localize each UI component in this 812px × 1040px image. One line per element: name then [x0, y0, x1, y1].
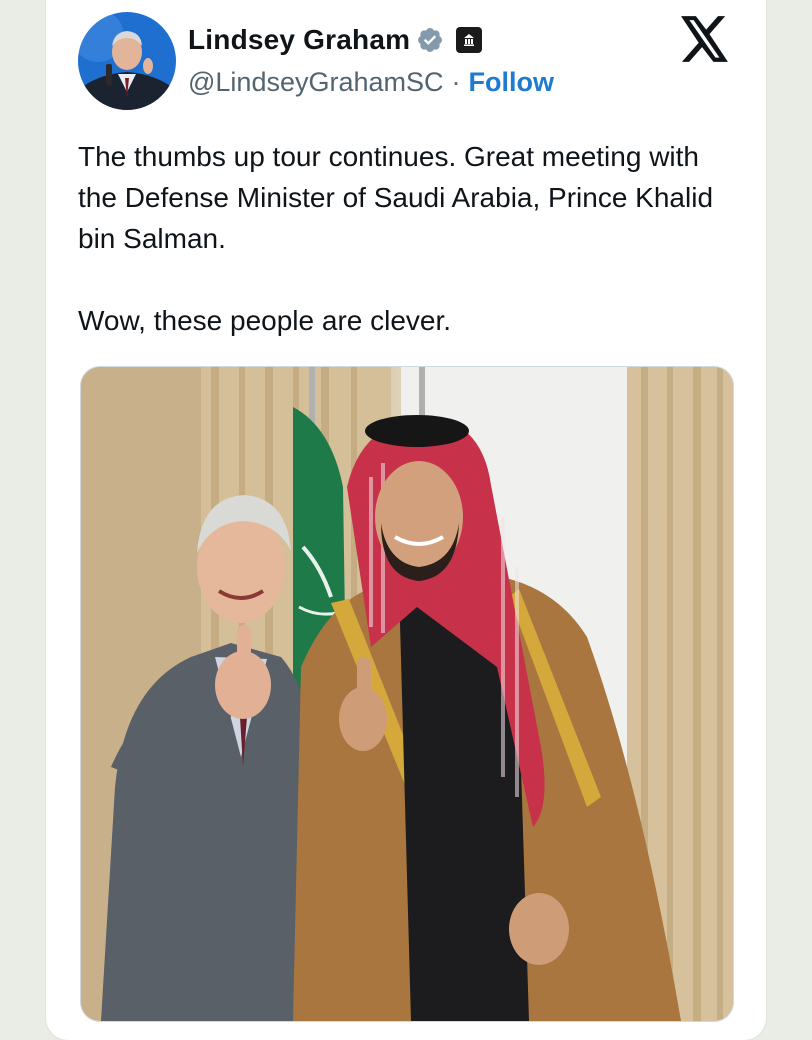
tweet-body: The thumbs up tour continues. Great meet… — [78, 136, 738, 341]
handle-separator: · — [451, 66, 461, 97]
x-logo-icon[interactable] — [680, 16, 730, 62]
tweet-text-paragraph: Wow, these people are clever. — [78, 305, 452, 336]
tweet-text-paragraph: The thumbs up tour continues. Great meet… — [78, 141, 714, 254]
verified-badge-icon — [418, 28, 443, 52]
author-avatar[interactable] — [78, 12, 176, 110]
tweet-photo[interactable] — [80, 366, 734, 1022]
author-name-row: Lindsey Graham — [188, 20, 483, 60]
author-name[interactable]: Lindsey Graham — [188, 24, 410, 56]
author-handle[interactable]: @LindseyGrahamSC — [188, 67, 444, 98]
author-handle-row: @LindseyGrahamSC · Follow — [188, 64, 554, 100]
follow-button[interactable]: Follow — [469, 67, 554, 98]
government-building-icon — [456, 27, 483, 53]
